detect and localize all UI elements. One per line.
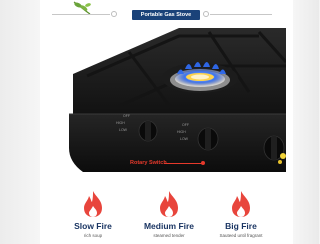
header-divider-right (210, 14, 272, 15)
flame-icon (160, 191, 178, 217)
header-dot-right (203, 11, 209, 17)
knob-marking-high-2: HIGH (177, 130, 186, 134)
page-margin-left (0, 0, 40, 244)
knob-marking-low-2: LOW (180, 137, 188, 141)
rotary-switch-pointer-line (164, 163, 202, 164)
knob-marking-low: LOW (119, 128, 127, 132)
flame-icon (84, 191, 102, 217)
knob-marking-off: OFF (123, 114, 130, 118)
page-margin-right (293, 0, 319, 244)
stove-product-image (59, 22, 286, 186)
header-dot-left (111, 11, 117, 17)
knob-marking-off-2: OFF (182, 123, 189, 127)
fire-level-title-big: Big Fire (225, 221, 257, 231)
rotary-switch-label: Rotary Switch (130, 160, 167, 166)
rotary-switch-pointer-dot (201, 161, 205, 165)
knob-marking-high: HIGH (116, 121, 125, 125)
flame-icon (232, 191, 250, 217)
fire-level-subtitle-big: Sauteed until fragrant (219, 233, 263, 238)
header-divider-left (52, 14, 110, 15)
page-title: Portable Gas Stove (132, 10, 200, 20)
